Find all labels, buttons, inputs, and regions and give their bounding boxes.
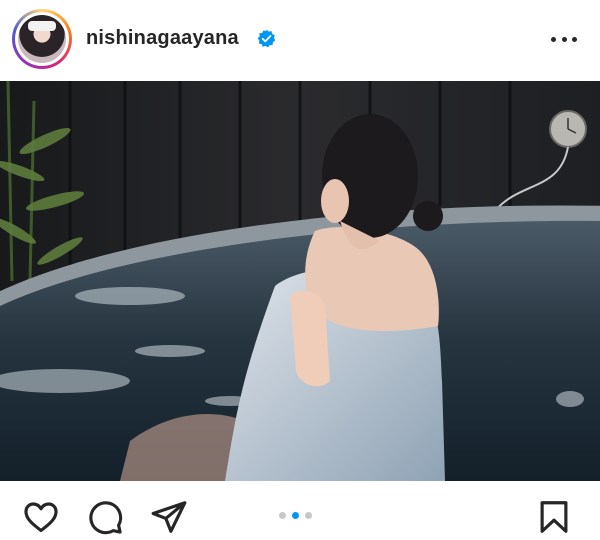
avatar-border (15, 12, 69, 66)
post-photo[interactable] (0, 81, 600, 481)
more-options-icon[interactable] (551, 35, 577, 43)
post-header: nishinagaayana (0, 0, 600, 80)
avatar[interactable] (12, 9, 72, 69)
save-icon[interactable] (535, 498, 573, 536)
avatar-image (18, 15, 66, 63)
photo-illustration (0, 81, 600, 481)
verified-badge-icon (257, 29, 276, 48)
carousel-dot-active (292, 512, 299, 519)
carousel-dot (305, 512, 312, 519)
username-link[interactable]: nishinagaayana (86, 27, 239, 50)
post-actions (0, 482, 600, 540)
carousel-indicator (279, 512, 312, 519)
carousel-dot (279, 512, 286, 519)
like-icon[interactable] (22, 498, 60, 536)
share-icon[interactable] (150, 498, 188, 536)
comment-icon[interactable] (86, 498, 124, 536)
